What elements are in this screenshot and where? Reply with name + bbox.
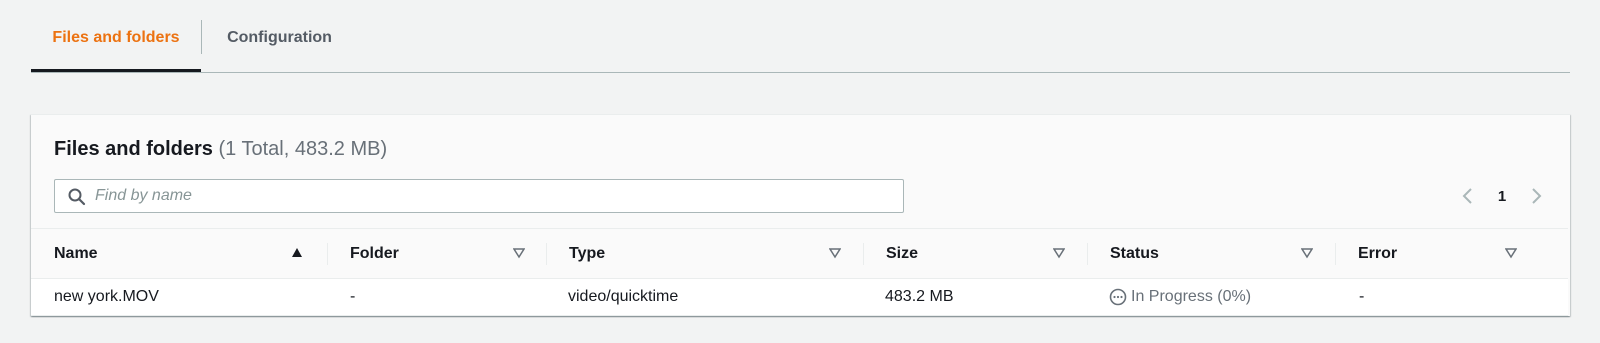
next-page-button[interactable] <box>1522 182 1550 210</box>
page-number-button[interactable]: 1 <box>1482 188 1522 205</box>
cell-name: new york.MOV <box>54 288 159 305</box>
table-header: Name Folder Type Size Status Error <box>31 228 1568 279</box>
files-table: Name Folder Type Size Status Error new y… <box>31 228 1568 316</box>
tab-configuration[interactable]: Configuration <box>202 20 357 72</box>
column-header-label: Name <box>54 245 98 262</box>
search-icon <box>68 188 86 206</box>
column-header-status[interactable]: Status <box>1087 229 1335 278</box>
panel-title-text: Files and folders <box>54 138 213 160</box>
chevron-left-icon <box>1462 188 1472 204</box>
chevron-right-icon <box>1532 188 1542 204</box>
sort-ascending-icon <box>292 248 302 257</box>
column-header-label: Error <box>1358 245 1398 262</box>
cell-type: video/quicktime <box>568 288 679 305</box>
files-panel: Files and folders (1 Total, 483.2 MB) 1 … <box>31 114 1570 316</box>
column-header-size[interactable]: Size <box>863 229 1087 278</box>
panel-title-count: (1 Total, 483.2 MB) <box>218 138 388 160</box>
previous-page-button[interactable] <box>1454 182 1482 210</box>
sort-unsorted-icon <box>1301 248 1313 259</box>
tab-files-and-folders[interactable]: Files and folders <box>31 20 201 72</box>
sort-unsorted-icon <box>1053 248 1065 259</box>
search-input[interactable] <box>95 180 885 212</box>
column-header-label: Type <box>569 245 606 262</box>
cell-status: In Progress (0%) <box>1109 279 1251 315</box>
column-header-error[interactable]: Error <box>1335 229 1568 278</box>
search-box <box>54 179 904 213</box>
pagination: 1 <box>1454 179 1550 213</box>
tab-bar: Files and folders Configuration <box>31 0 1570 73</box>
sort-unsorted-icon <box>829 248 841 259</box>
column-header-label: Status <box>1110 245 1159 262</box>
column-header-type[interactable]: Type <box>546 229 863 278</box>
cell-error: - <box>1359 288 1365 305</box>
panel-title: Files and folders (1 Total, 483.2 MB) <box>54 135 387 163</box>
cell-folder: - <box>350 288 356 305</box>
sort-unsorted-icon <box>513 248 525 259</box>
cell-size: 483.2 MB <box>885 288 954 305</box>
column-header-label: Size <box>886 245 919 262</box>
in-progress-icon <box>1109 288 1127 306</box>
column-header-label: Folder <box>350 245 399 262</box>
sort-unsorted-icon <box>1505 248 1517 259</box>
table-row[interactable]: new york.MOV - video/quicktime 483.2 MB … <box>31 279 1568 316</box>
status-text: In Progress (0%) <box>1131 288 1252 305</box>
column-header-folder[interactable]: Folder <box>327 229 546 278</box>
column-header-name[interactable]: Name <box>31 229 327 278</box>
